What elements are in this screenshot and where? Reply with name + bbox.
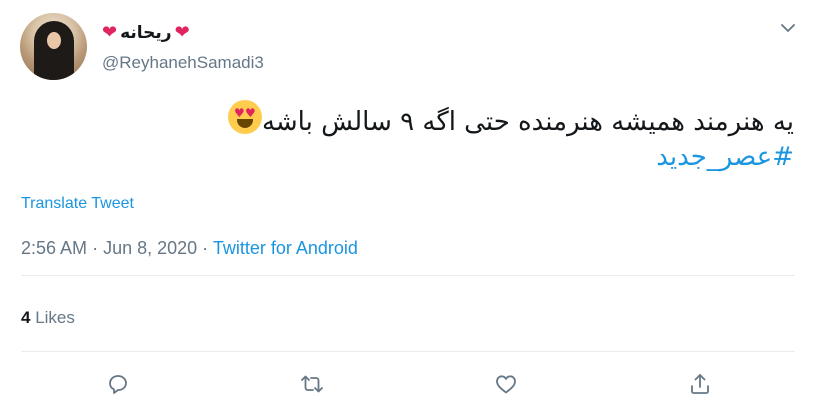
divider <box>21 351 795 352</box>
avatar-face <box>47 32 61 49</box>
meta-separator: · <box>92 238 99 258</box>
user-handle[interactable]: @ReyhanehSamadi3 <box>102 53 264 73</box>
hashtag-link[interactable]: #عصر_جدید <box>94 140 794 175</box>
translate-tweet-link[interactable]: Translate Tweet <box>21 195 134 213</box>
tweet-source-link[interactable]: Twitter for Android <box>213 238 358 258</box>
red-heart-emoji-icon: ❤ <box>102 22 118 42</box>
reply-icon <box>109 375 127 394</box>
share-button[interactable] <box>685 369 715 399</box>
divider <box>21 275 795 276</box>
tweet-text-content: یه هنرمند همیشه هنرمنده حتی اگه ۹ سالش ب… <box>261 107 794 137</box>
meta-separator: · <box>202 238 209 258</box>
likes-count: 4 <box>21 308 31 327</box>
retweet-button[interactable] <box>297 369 327 399</box>
tweet-time[interactable]: 2:56 AM <box>21 238 87 258</box>
tweet-text: یه هنرمند همیشه هنرمنده حتی اگه ۹ سالش ب… <box>94 100 794 175</box>
tweet-date[interactable]: Jun 8, 2020 <box>103 238 197 258</box>
display-name: ریحانه <box>120 22 172 42</box>
display-name-row[interactable]: ❤ ریحانه ❤ <box>102 20 190 44</box>
avatar[interactable] <box>20 13 87 80</box>
tweet-actions-bar <box>0 369 816 399</box>
likes-stat[interactable]: 4 Likes <box>21 308 75 328</box>
heart-eyes-emoji-icon: ♥ ♥ <box>227 100 262 134</box>
tweet-timestamp: 2:56 AM · Jun 8, 2020 · Twitter for Andr… <box>21 238 358 259</box>
heart-icon <box>496 375 516 394</box>
tweet-text-line: یه هنرمند همیشه هنرمنده حتی اگه ۹ سالش ب… <box>94 100 794 140</box>
more-options-button[interactable] <box>781 20 795 32</box>
avatar-figure <box>34 21 74 80</box>
share-icon <box>691 374 709 394</box>
tweet-card: ❤ ریحانه ❤ @ReyhanehSamadi3 یه هنرمند هم… <box>0 0 816 417</box>
reply-button[interactable] <box>103 369 133 399</box>
chevron-down-icon <box>781 24 795 32</box>
like-button[interactable] <box>491 369 521 399</box>
retweet-icon <box>301 375 323 393</box>
red-heart-emoji-icon: ❤ <box>174 22 190 42</box>
likes-label: Likes <box>35 308 75 327</box>
